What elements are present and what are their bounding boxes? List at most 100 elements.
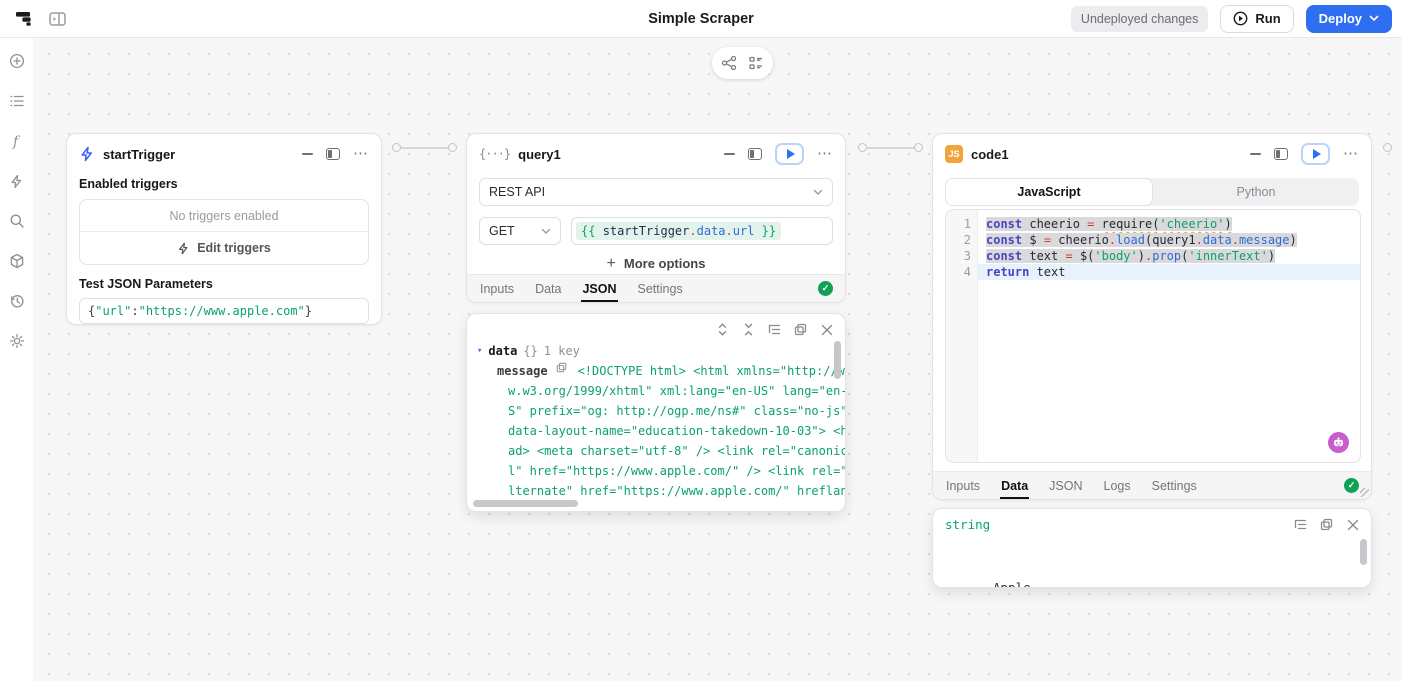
json-root-key: data	[488, 341, 517, 361]
history-icon[interactable]	[9, 293, 25, 309]
more-options-label: More options	[624, 256, 706, 271]
tree-view-icon[interactable]	[1294, 518, 1307, 531]
copy-icon[interactable]	[1320, 518, 1333, 531]
app-logo[interactable]	[14, 9, 33, 28]
tab-data[interactable]: Data	[534, 276, 562, 302]
json-message-key: message	[497, 361, 548, 381]
node-menu-icon[interactable]: ⋯	[817, 149, 833, 159]
tree-view-icon[interactable]	[768, 323, 781, 336]
code1-tabbar: Inputs Data JSON Logs Settings ✓	[933, 471, 1371, 499]
edit-triggers-button[interactable]: Edit triggers	[80, 232, 368, 264]
enabled-triggers-label: Enabled triggers	[67, 177, 381, 191]
tab-inputs[interactable]: Inputs	[945, 473, 981, 499]
success-check-icon: ✓	[818, 281, 833, 296]
tab-logs[interactable]: Logs	[1103, 473, 1132, 499]
more-options-button[interactable]: + More options	[467, 256, 845, 271]
edit-triggers-bolt-icon	[177, 242, 190, 255]
json-root-count: 1 key	[544, 341, 580, 361]
port-code1-out[interactable]	[1383, 143, 1392, 152]
no-triggers-text: No triggers enabled	[80, 200, 368, 232]
vertical-scrollbar[interactable]	[1360, 539, 1367, 565]
node-code1[interactable]: JS code1 ⋯ JavaScript Python 1234 const …	[932, 133, 1372, 500]
port-code1-in[interactable]	[914, 143, 923, 152]
list-icon[interactable]	[9, 93, 25, 109]
chevron-down-icon	[813, 189, 823, 196]
deploy-label: Deploy	[1319, 11, 1362, 26]
url-input[interactable]: {{ startTrigger.data.url }}	[571, 217, 833, 245]
caret-down-icon[interactable]: ▾	[477, 341, 482, 361]
horizontal-scrollbar[interactable]	[473, 500, 578, 507]
open-panel-icon[interactable]	[1274, 148, 1288, 160]
tab-javascript[interactable]: JavaScript	[945, 178, 1153, 206]
run-node-button[interactable]	[1301, 143, 1330, 165]
code-editor[interactable]: 1234 const cheerio = require('cheerio')c…	[945, 209, 1361, 463]
open-panel-icon[interactable]	[748, 148, 762, 160]
test-json-input[interactable]: {"url": "https://www.apple.com"}	[79, 298, 369, 324]
node-menu-icon[interactable]: ⋯	[1343, 149, 1359, 159]
code-line-4[interactable]: return text	[978, 264, 1360, 280]
copy-icon[interactable]	[556, 361, 567, 373]
vertical-scrollbar[interactable]	[834, 341, 841, 379]
deploy-button[interactable]: Deploy	[1306, 5, 1392, 33]
package-icon[interactable]	[9, 253, 25, 269]
collapse-node-icon[interactable]	[1250, 153, 1261, 155]
output-type-label: string	[945, 517, 990, 532]
chevron-down-icon	[541, 228, 551, 235]
node-starttrigger[interactable]: startTrigger ⋯ Enabled triggers No trigg…	[66, 133, 382, 325]
search-icon[interactable]	[9, 213, 25, 229]
code-line-1[interactable]: const cheerio = require('cheerio')	[978, 216, 1360, 232]
url-expression: {{ startTrigger.data.url }}	[576, 222, 781, 240]
block-layout-icon[interactable]	[748, 55, 764, 71]
plus-icon: +	[607, 258, 616, 270]
tab-inputs[interactable]: Inputs	[479, 276, 515, 302]
json-message-line: <!DOCTYPE html> <html xmlns="http://ww	[578, 361, 846, 381]
expand-rows-icon[interactable]	[716, 323, 729, 336]
lightning-icon[interactable]	[9, 173, 25, 189]
tab-settings[interactable]: Settings	[1151, 473, 1198, 499]
node-query1[interactable]: {···} query1 ⋯ REST API GET {{ startTrig…	[466, 133, 846, 303]
query1-tabbar: Inputs Data JSON Settings ✓	[467, 274, 845, 302]
panel-toggle-icon[interactable]	[49, 12, 66, 26]
code-pane[interactable]: const cheerio = require('cheerio')const …	[978, 210, 1360, 462]
query1-json-panel: ▾ data {} 1 key message <!DOCTYPE html> …	[466, 313, 846, 512]
run-label: Run	[1255, 11, 1280, 26]
resource-value: REST API	[489, 185, 545, 199]
close-icon[interactable]	[820, 323, 833, 336]
code-line-2[interactable]: const $ = cheerio.load(query1.data.messa…	[978, 232, 1360, 248]
query1-header: {···} query1 ⋯	[467, 139, 845, 169]
settings-gear-icon[interactable]	[9, 333, 25, 349]
copy-icon[interactable]	[794, 323, 807, 336]
resource-select[interactable]: REST API	[479, 178, 833, 206]
test-json-label: Test JSON Parameters	[67, 277, 381, 291]
node-menu-icon[interactable]: ⋯	[353, 149, 369, 159]
ai-assistant-avatar[interactable]	[1328, 432, 1349, 453]
method-select[interactable]: GET	[479, 217, 561, 245]
json-root-row[interactable]: ▾ data {} 1 key	[467, 341, 835, 361]
port-query1-out[interactable]	[858, 143, 867, 152]
tab-python[interactable]: Python	[1153, 178, 1359, 206]
add-block-icon[interactable]	[9, 53, 25, 69]
graph-view-icon[interactable]	[721, 55, 737, 71]
run-node-button[interactable]	[775, 143, 804, 165]
collapse-rows-icon[interactable]	[742, 323, 755, 336]
trigger-bolt-icon	[79, 146, 95, 162]
port-starttrigger-out[interactable]	[392, 143, 401, 152]
tab-data[interactable]: Data	[1000, 473, 1029, 499]
close-icon[interactable]	[1346, 518, 1359, 531]
function-icon[interactable]: f	[9, 133, 25, 149]
tab-json[interactable]: JSON	[1048, 473, 1083, 499]
play-icon	[787, 149, 795, 159]
collapse-node-icon[interactable]	[724, 153, 735, 155]
tab-settings[interactable]: Settings	[637, 276, 684, 302]
language-toggle: JavaScript Python	[945, 178, 1359, 206]
run-button[interactable]: Run	[1220, 5, 1293, 33]
port-query1-in[interactable]	[448, 143, 457, 152]
success-check-icon: ✓	[1344, 478, 1359, 493]
tab-json[interactable]: JSON	[581, 276, 617, 302]
left-sidebar: f	[0, 38, 33, 681]
json-message-row: message <!DOCTYPE html> <html xmlns="htt…	[467, 361, 835, 381]
collapse-node-icon[interactable]	[302, 153, 313, 155]
open-panel-icon[interactable]	[326, 148, 340, 160]
code-line-3[interactable]: const text = $('body').prop('innerText')	[978, 248, 1360, 264]
node-title: code1	[971, 147, 1009, 162]
